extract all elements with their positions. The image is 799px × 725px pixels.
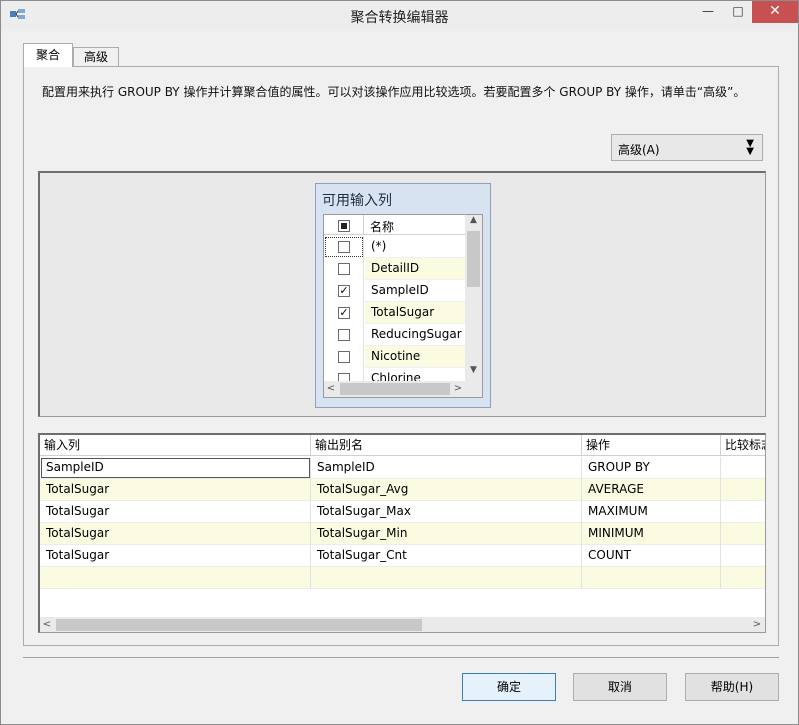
scroll-right-icon[interactable]: >	[750, 617, 764, 632]
advanced-toggle-button[interactable]: 高级(A) ▼ ▼	[611, 134, 763, 161]
output-alias-cell[interactable]	[311, 567, 582, 589]
scroll-thumb[interactable]	[56, 619, 422, 631]
available-columns-title: 可用输入列	[322, 193, 392, 209]
header-output-alias[interactable]: 输出别名	[311, 435, 582, 456]
header-comparison-flags[interactable]: 比较标志	[721, 435, 765, 456]
checkbox-cell	[324, 346, 364, 368]
tab-aggregations[interactable]: 聚合	[23, 43, 73, 67]
column-checkbox[interactable]	[338, 263, 350, 275]
scroll-left-icon[interactable]: <	[40, 617, 54, 632]
scroll-up-icon[interactable]: ▲	[465, 215, 482, 229]
input-column-cell[interactable]: SampleID	[40, 457, 311, 479]
output-alias-cell[interactable]: TotalSugar_Avg	[311, 479, 582, 501]
output-alias-cell[interactable]: TotalSugar_Min	[311, 523, 582, 545]
input-column-cell[interactable]: TotalSugar	[40, 523, 311, 545]
checkbox-cell	[324, 324, 364, 346]
select-all-cell	[324, 215, 364, 235]
scroll-down-icon[interactable]: ▼	[465, 365, 482, 379]
column-name: (*)	[365, 236, 465, 258]
scroll-right-icon[interactable]: >	[451, 381, 465, 397]
column-row[interactable]: SampleID	[324, 280, 465, 302]
table-row[interactable]: TotalSugar TotalSugar_Cnt COUNT	[40, 545, 765, 567]
table-row[interactable]: TotalSugar TotalSugar_Max MAXIMUM	[40, 501, 765, 523]
available-columns-list: 名称 (*) DetailID SampleID	[323, 214, 483, 398]
footer-separator	[23, 657, 779, 658]
advanced-button-label: 高级(A)	[618, 143, 660, 157]
resize-grip-icon[interactable]	[465, 381, 482, 397]
column-name: DetailID	[365, 258, 465, 280]
output-alias-cell[interactable]: TotalSugar_Cnt	[311, 545, 582, 567]
columns-vertical-scrollbar[interactable]: ▲ ▼	[465, 215, 482, 381]
columns-horizontal-scrollbar[interactable]: < >	[324, 381, 465, 397]
scroll-thumb[interactable]	[467, 231, 480, 287]
column-checkbox[interactable]	[338, 285, 350, 297]
aggregations-tab-page: 配置用来执行 GROUP BY 操作并计算聚合值的属性。可以对该操作应用比较选项…	[23, 66, 779, 646]
ok-button[interactable]: 确定	[462, 673, 556, 701]
input-column-cell[interactable]	[40, 567, 311, 589]
available-columns-panel: 可用输入列 名称 (*) DetailID ✓ SampleID ✓ Total…	[315, 183, 491, 408]
input-column-cell[interactable]: TotalSugar	[40, 479, 311, 501]
double-chevron-down-icon: ▼ ▼	[746, 138, 754, 157]
operation-cell[interactable]: AVERAGE	[582, 479, 721, 501]
column-name: ReducingSugar	[365, 324, 465, 346]
column-row[interactable]: (*)	[324, 236, 465, 258]
comparison-flags-cell[interactable]	[721, 523, 765, 545]
close-button[interactable]: ✕	[752, 1, 798, 23]
checkbox-cell	[324, 302, 364, 324]
tab-advanced[interactable]: 高级	[73, 47, 119, 67]
column-checkbox[interactable]	[338, 241, 350, 253]
comparison-flags-cell[interactable]	[721, 545, 765, 567]
maximize-button[interactable]: □	[723, 1, 753, 23]
column-checkbox[interactable]	[338, 329, 350, 341]
header-input-column[interactable]: 输入列	[40, 435, 311, 456]
checkbox-cell	[324, 236, 364, 258]
comparison-flags-cell[interactable]	[721, 567, 765, 589]
help-button[interactable]: 帮助(H)	[685, 673, 779, 701]
comparison-flags-cell[interactable]	[721, 501, 765, 523]
column-row[interactable]: ReducingSugar	[324, 324, 465, 346]
checkbox-cell	[324, 258, 364, 280]
table-row[interactable]: TotalSugar TotalSugar_Avg AVERAGE	[40, 479, 765, 501]
window-title: 聚合转换编辑器	[350, 10, 449, 26]
column-row[interactable]: DetailID	[324, 258, 465, 280]
column-checkbox[interactable]	[338, 351, 350, 363]
title-bar[interactable]: 聚合转换编辑器 — □ ✕	[1, 1, 798, 31]
column-row[interactable]: TotalSugar	[324, 302, 465, 324]
scroll-thumb[interactable]	[340, 383, 450, 395]
input-column-cell[interactable]: TotalSugar	[40, 501, 311, 523]
input-column-cell[interactable]: TotalSugar	[40, 545, 311, 567]
comparison-flags-cell[interactable]	[721, 457, 765, 479]
output-alias-cell[interactable]: TotalSugar_Max	[311, 501, 582, 523]
operation-cell[interactable]: MINIMUM	[582, 523, 721, 545]
minimize-button[interactable]: —	[693, 1, 723, 23]
designer-canvas: 可用输入列 名称 (*) DetailID ✓ SampleID ✓ Total…	[38, 171, 766, 417]
operation-cell[interactable]: MAXIMUM	[582, 501, 721, 523]
columns-list-header: 名称	[324, 215, 465, 235]
column-row[interactable]: Nicotine	[324, 346, 465, 368]
aggregate-editor-window: 聚合转换编辑器 — □ ✕ 聚合 高级 配置用来执行 GROUP BY 操作并计…	[0, 0, 799, 725]
description-text: 配置用来执行 GROUP BY 操作并计算聚合值的属性。可以对该操作应用比较选项…	[42, 85, 746, 99]
column-name: SampleID	[365, 280, 465, 302]
table-row[interactable]: TotalSugar TotalSugar_Min MINIMUM	[40, 523, 765, 545]
scroll-left-icon[interactable]: <	[324, 381, 338, 397]
table-row-new[interactable]	[40, 567, 765, 589]
column-checkbox[interactable]	[338, 307, 350, 319]
grid-horizontal-scrollbar[interactable]: < >	[40, 617, 765, 632]
column-name: TotalSugar	[365, 302, 465, 324]
comparison-flags-cell[interactable]	[721, 479, 765, 501]
grid-header: 输入列 输出别名 操作 比较标志	[40, 435, 765, 456]
cancel-button[interactable]: 取消	[573, 673, 667, 701]
operation-cell[interactable]: GROUP BY	[582, 457, 721, 479]
header-operation[interactable]: 操作	[582, 435, 721, 456]
column-name: Nicotine	[365, 346, 465, 368]
output-alias-cell[interactable]: SampleID	[311, 457, 582, 479]
select-all-checkbox[interactable]	[338, 220, 350, 232]
aggregation-grid: 输入列 输出别名 操作 比较标志 SampleID SampleID GROUP…	[38, 433, 766, 633]
checkbox-cell	[324, 280, 364, 302]
table-row[interactable]: SampleID SampleID GROUP BY	[40, 457, 765, 479]
operation-cell[interactable]	[582, 567, 721, 589]
column-name-header: 名称	[370, 220, 395, 234]
operation-cell[interactable]: COUNT	[582, 545, 721, 567]
